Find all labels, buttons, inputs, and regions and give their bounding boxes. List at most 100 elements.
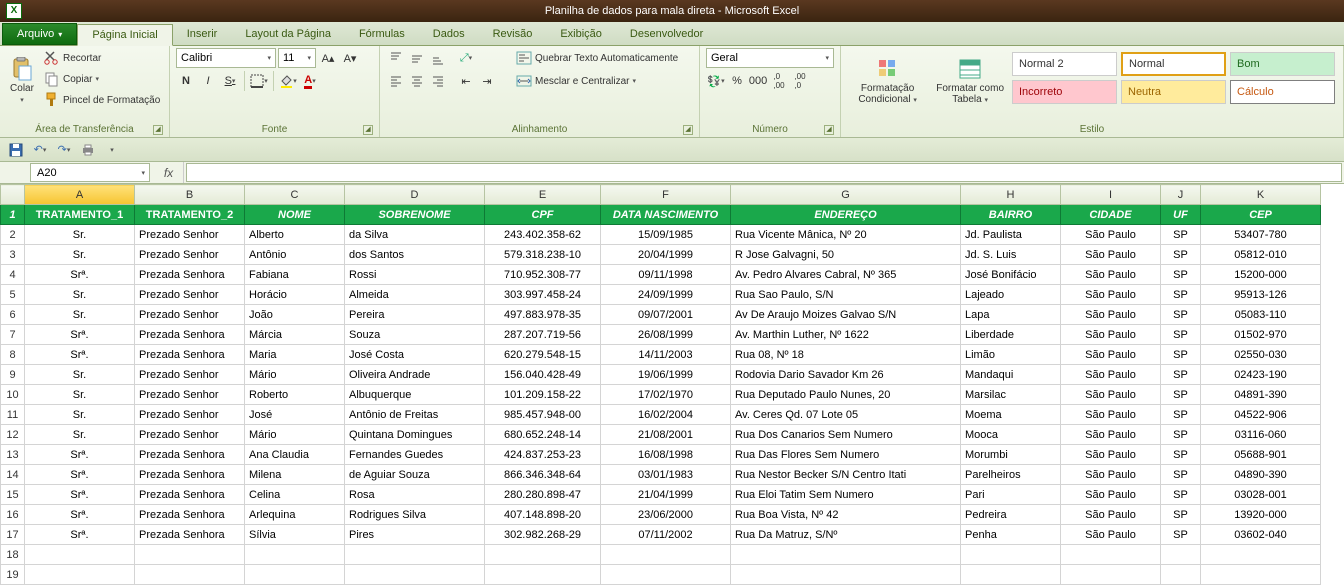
cell[interactable]: 07/11/2002 (601, 525, 731, 545)
cell[interactable]: SP (1161, 225, 1201, 245)
cell[interactable] (1061, 545, 1161, 565)
cell[interactable]: São Paulo (1061, 465, 1161, 485)
cell[interactable]: Rosa (345, 485, 485, 505)
cell[interactable]: Souza (345, 325, 485, 345)
cell[interactable]: SP (1161, 345, 1201, 365)
row-header[interactable]: 18 (1, 545, 25, 565)
cell[interactable]: 03/01/1983 (601, 465, 731, 485)
cell[interactable]: 16/02/2004 (601, 405, 731, 425)
cell[interactable]: Sr. (25, 285, 135, 305)
increase-decimal-button[interactable]: ,0,00 (769, 71, 789, 91)
fill-color-button[interactable]: ▾ (278, 71, 298, 91)
cell[interactable]: 287.207.719-56 (485, 325, 601, 345)
header-cell[interactable]: CPF (485, 205, 601, 225)
cell[interactable] (345, 565, 485, 585)
underline-button[interactable]: S ▾ (220, 71, 240, 91)
cell[interactable]: Sr. (25, 225, 135, 245)
tab-exibi-o[interactable]: Exibição (546, 24, 616, 45)
cell[interactable]: 05083-110 (1201, 305, 1321, 325)
tab-revis-o[interactable]: Revisão (479, 24, 547, 45)
col-header-C[interactable]: C (245, 185, 345, 205)
dialog-launcher-icon[interactable]: ◢ (153, 125, 163, 135)
cell[interactable]: Maria (245, 345, 345, 365)
cell[interactable]: 302.982.268-29 (485, 525, 601, 545)
row-header[interactable]: 15 (1, 485, 25, 505)
cell[interactable]: 680.652.248-14 (485, 425, 601, 445)
cell[interactable]: Rodovia Dario Savador Km 26 (731, 365, 961, 385)
cell[interactable]: 15200-000 (1201, 265, 1321, 285)
cell[interactable]: Prezado Senhor (135, 405, 245, 425)
cell[interactable]: Av. Pedro Alvares Cabral, Nº 365 (731, 265, 961, 285)
cell[interactable]: 03602-040 (1201, 525, 1321, 545)
row-header[interactable]: 11 (1, 405, 25, 425)
cell[interactable]: SP (1161, 405, 1201, 425)
cell[interactable]: SP (1161, 525, 1201, 545)
cell[interactable]: José Bonifácio (961, 265, 1061, 285)
increase-font-button[interactable]: A▴ (318, 48, 338, 68)
redo-button[interactable]: ↷▾ (54, 140, 74, 160)
wrap-text-button[interactable]: Quebrar Texto Automaticamente (514, 48, 680, 68)
cell[interactable]: 24/09/1999 (601, 285, 731, 305)
cell[interactable]: 13920-000 (1201, 505, 1321, 525)
cell[interactable]: Prezada Senhora (135, 465, 245, 485)
cell[interactable]: 23/06/2000 (601, 505, 731, 525)
cell[interactable]: Rua Das Flores Sem Numero (731, 445, 961, 465)
cell[interactable]: Srª. (25, 445, 135, 465)
col-header-B[interactable]: B (135, 185, 245, 205)
cell[interactable] (1161, 545, 1201, 565)
header-cell[interactable]: TRATAMENTO_1 (25, 205, 135, 225)
cell[interactable]: Prezado Senhor (135, 425, 245, 445)
decrease-indent-button[interactable]: ⇤ (456, 71, 476, 91)
chevron-down-icon[interactable]: ▾ (137, 169, 149, 177)
row-header[interactable]: 2 (1, 225, 25, 245)
cell[interactable] (25, 545, 135, 565)
cell[interactable] (485, 545, 601, 565)
align-left-button[interactable] (386, 71, 406, 91)
cell[interactable]: Antônio (245, 245, 345, 265)
cell[interactable]: Rua Nestor Becker S/N Centro Itati (731, 465, 961, 485)
cell[interactable]: Rossi (345, 265, 485, 285)
cell[interactable]: Sílvia (245, 525, 345, 545)
cell[interactable]: Rua Sao Paulo, S/N (731, 285, 961, 305)
align-center-button[interactable] (407, 71, 427, 91)
header-cell[interactable]: NOME (245, 205, 345, 225)
italic-button[interactable]: I (198, 71, 218, 91)
dialog-launcher-icon[interactable]: ◢ (683, 125, 693, 135)
comma-button[interactable]: 000 (748, 71, 768, 91)
cell[interactable] (1061, 565, 1161, 585)
cell[interactable]: Prezada Senhora (135, 485, 245, 505)
cell[interactable] (731, 545, 961, 565)
cell[interactable]: 04522-906 (1201, 405, 1321, 425)
cell[interactable]: São Paulo (1061, 305, 1161, 325)
cell[interactable]: 02423-190 (1201, 365, 1321, 385)
print-preview-button[interactable] (78, 140, 98, 160)
cell[interactable]: Av. Ceres Qd. 07 Lote 05 (731, 405, 961, 425)
row-header[interactable]: 14 (1, 465, 25, 485)
cell[interactable]: 156.040.428-49 (485, 365, 601, 385)
header-cell[interactable]: TRATAMENTO_2 (135, 205, 245, 225)
cell[interactable]: 497.883.978-35 (485, 305, 601, 325)
cell[interactable]: Prezada Senhora (135, 445, 245, 465)
cell[interactable]: Rua Boa Vista, Nº 42 (731, 505, 961, 525)
style-normal[interactable]: Normal (1121, 52, 1226, 76)
cell[interactable]: Antônio de Freitas (345, 405, 485, 425)
header-cell[interactable]: ENDEREÇO (731, 205, 961, 225)
cell[interactable]: Jd. Paulista (961, 225, 1061, 245)
tab-dados[interactable]: Dados (419, 24, 479, 45)
cell[interactable]: Av. Marthin Luther, Nº 1622 (731, 325, 961, 345)
cell[interactable]: Márcia (245, 325, 345, 345)
cell[interactable]: São Paulo (1061, 285, 1161, 305)
cell[interactable]: 280.280.898-47 (485, 485, 601, 505)
cell[interactable]: Srª. (25, 265, 135, 285)
row-header[interactable]: 6 (1, 305, 25, 325)
percent-button[interactable]: % (727, 71, 747, 91)
cell[interactable]: São Paulo (1061, 345, 1161, 365)
cell[interactable]: Prezada Senhora (135, 525, 245, 545)
cell[interactable]: Ana Claudia (245, 445, 345, 465)
cell[interactable]: Lajeado (961, 285, 1061, 305)
cell[interactable]: Pedreira (961, 505, 1061, 525)
cell[interactable]: Mooca (961, 425, 1061, 445)
conditional-formatting-button[interactable]: Formatação Condicional ▾ (847, 48, 928, 114)
cell[interactable]: 03028-001 (1201, 485, 1321, 505)
cell[interactable]: 620.279.548-15 (485, 345, 601, 365)
